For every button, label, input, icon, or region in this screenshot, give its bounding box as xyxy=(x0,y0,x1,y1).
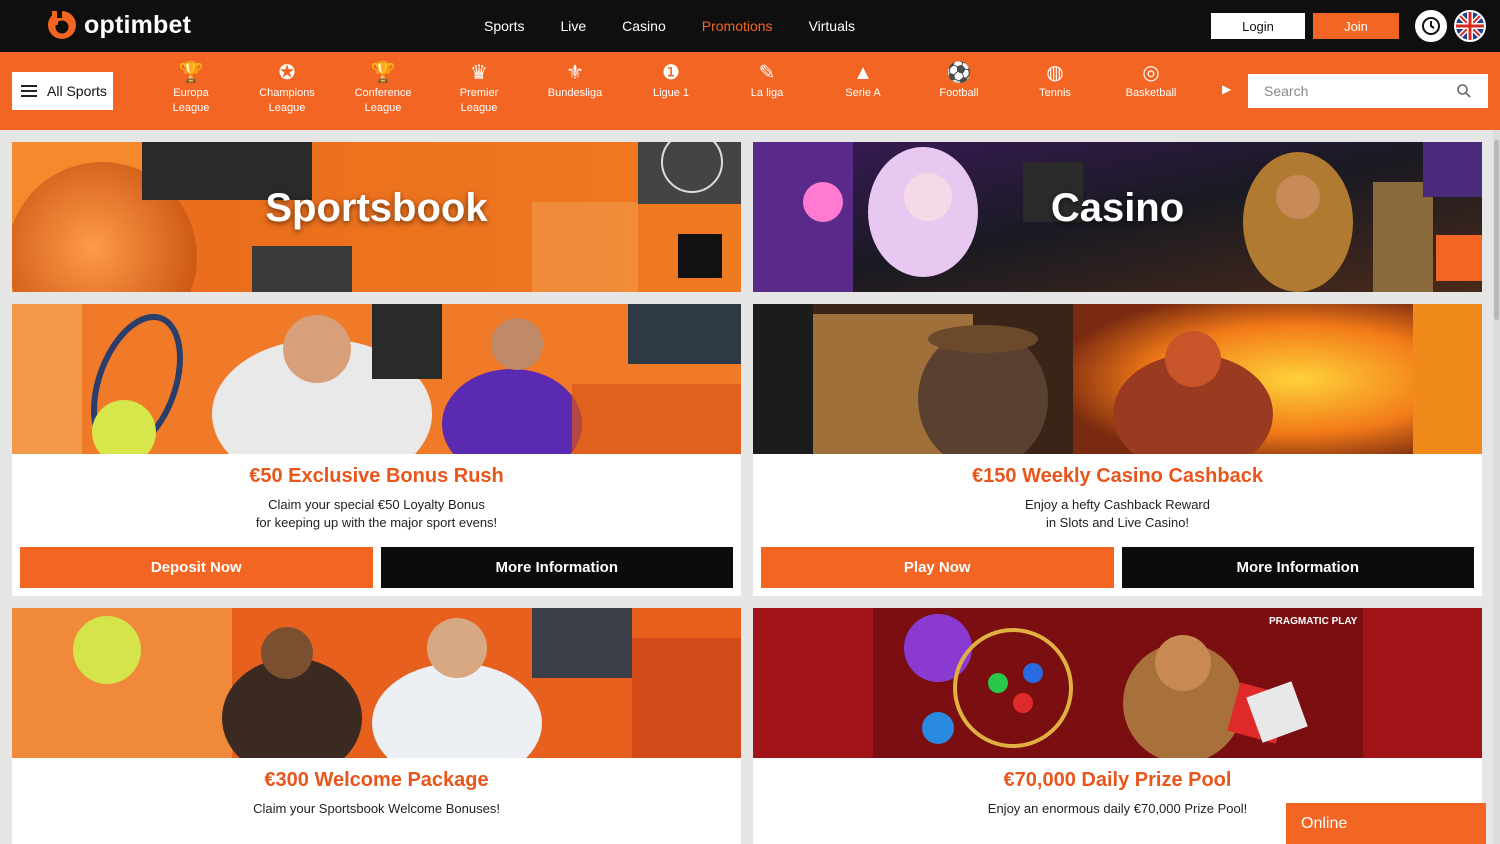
sport-ligue1[interactable]: ❶ Ligue 1 xyxy=(628,60,714,101)
login-button[interactable]: Login xyxy=(1211,13,1305,39)
promo-title: €50 Exclusive Bonus Rush xyxy=(249,465,504,487)
casino-title: Casino xyxy=(1050,186,1185,230)
sport-europa-league[interactable]: 🏆 Europa League xyxy=(148,60,234,116)
promo-card-bonus-rush: €50 Exclusive Bonus Rush Claim your spec… xyxy=(12,304,741,596)
promo-title: €300 Welcome Package xyxy=(264,769,489,791)
main-nav: Sports Live Casino Promotions Virtuals xyxy=(484,0,891,52)
laliga-icon: ✎ xyxy=(758,62,776,84)
casino-banner[interactable]: Casino xyxy=(753,142,1482,292)
clock-icon xyxy=(1422,17,1440,35)
language-button[interactable] xyxy=(1454,10,1486,42)
promo-title: €70,000 Daily Prize Pool xyxy=(1003,769,1232,791)
football-icon: ⚽ xyxy=(946,62,972,84)
promo-title: €150 Weekly Casino Cashback xyxy=(972,465,1263,487)
promo-card-welcome-package: €300 Welcome Package Claim your Sportsbo… xyxy=(12,608,741,844)
optimbet-logo-icon xyxy=(48,9,76,39)
sport-champions-league[interactable]: ✪ Champions League xyxy=(244,60,330,116)
conference-league-icon: 🏆 xyxy=(370,62,396,84)
promo-description: Claim your special €50 Loyalty Bonus for… xyxy=(255,497,498,530)
nav-casino[interactable]: Casino xyxy=(622,18,666,34)
promo-image xyxy=(12,304,741,454)
search-input[interactable] xyxy=(1248,74,1488,108)
clock-button[interactable] xyxy=(1415,10,1447,42)
sport-laliga[interactable]: ✎ La liga xyxy=(724,60,810,101)
nav-promotions[interactable]: Promotions xyxy=(702,18,773,34)
search-icon[interactable] xyxy=(1456,83,1472,99)
promo-image: PRAGMATIC PLAY xyxy=(753,608,1482,758)
promo-description: Claim your Sportsbook Welcome Bonuses! xyxy=(253,801,500,816)
sport-conference-league[interactable]: 🏆 Conference League xyxy=(340,60,426,116)
bundesliga-icon: ⚜ xyxy=(566,62,584,84)
sport-basketball[interactable]: ◎ Basketball xyxy=(1108,60,1194,101)
sport-premier-league[interactable]: ♛ Premier League xyxy=(436,60,522,116)
scrollbar-thumb[interactable] xyxy=(1494,140,1499,320)
menu-icon xyxy=(21,85,37,97)
logo-text: optimbet xyxy=(84,10,192,39)
promo-description: Enjoy a hefty Cashback Reward in Slots a… xyxy=(1025,497,1210,530)
join-button[interactable]: Join xyxy=(1313,13,1399,39)
sport-football[interactable]: ⚽ Football xyxy=(916,60,1002,101)
pragmatic-play-logo: PRAGMATIC PLAY xyxy=(1269,616,1358,627)
more-information-button[interactable]: More Information xyxy=(380,547,733,588)
nav-sports[interactable]: Sports xyxy=(484,18,524,34)
ligue1-icon: ❶ xyxy=(662,62,680,84)
logo[interactable]: optimbet xyxy=(46,9,191,41)
promo-image xyxy=(12,608,741,758)
promo-card-casino-cashback: €150 Weekly Casino Cashback Enjoy a heft… xyxy=(753,304,1482,596)
play-now-button[interactable]: Play Now xyxy=(761,547,1114,588)
nav-virtuals[interactable]: Virtuals xyxy=(809,18,855,34)
chevron-right-icon[interactable]: ▶ xyxy=(1222,82,1231,96)
sport-bundesliga[interactable]: ⚜ Bundesliga xyxy=(532,60,618,101)
deposit-now-button[interactable]: Deposit Now xyxy=(20,547,373,588)
tennis-icon: ◍ xyxy=(1046,62,1064,84)
sport-serie-a[interactable]: ▲ Serie A xyxy=(820,60,906,101)
sportsbook-banner[interactable]: Sportsbook xyxy=(12,142,741,292)
all-sports-button[interactable]: All Sports xyxy=(12,72,113,110)
uk-flag-icon xyxy=(1456,12,1484,40)
basketball-icon: ◎ xyxy=(1142,62,1160,84)
promo-image xyxy=(753,304,1482,454)
all-sports-label: All Sports xyxy=(47,83,107,99)
sport-tennis[interactable]: ◍ Tennis xyxy=(1012,60,1098,101)
europa-league-icon: 🏆 xyxy=(178,62,204,84)
nav-live[interactable]: Live xyxy=(560,18,586,34)
sportsbook-title: Sportsbook xyxy=(265,186,488,230)
top-bar: optimbet Sports Live Casino Promotions V… xyxy=(0,0,1500,52)
champions-league-icon: ✪ xyxy=(278,62,296,84)
live-chat-widget[interactable]: Online xyxy=(1286,803,1486,844)
more-information-button[interactable]: More Information xyxy=(1121,547,1474,588)
serie-a-icon: ▲ xyxy=(853,62,873,84)
premier-league-icon: ♛ xyxy=(470,62,488,84)
